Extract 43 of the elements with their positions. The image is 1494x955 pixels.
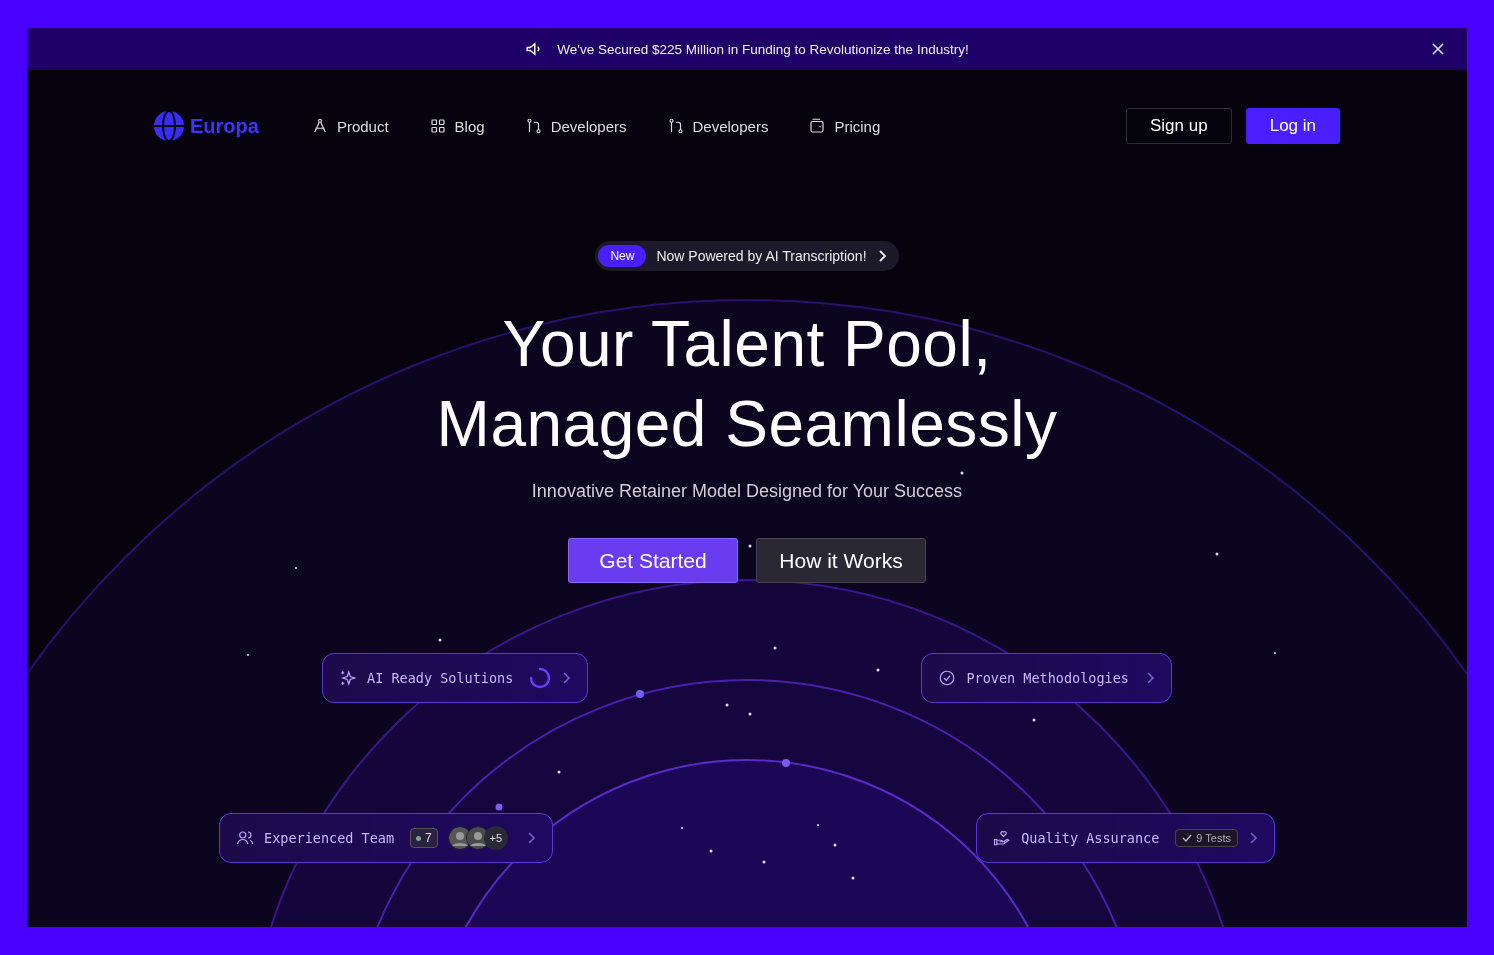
grid-icon [428,117,447,135]
feature-pill[interactable]: Quality Assurance 9 Tests [976,813,1275,863]
chevron-right-icon [561,671,572,685]
feature-pill[interactable]: Experienced Team 7 +5 [219,813,553,863]
chevron-right-icon [876,249,887,263]
nav-link[interactable]: Blog [428,117,485,135]
chevron-right-icon [525,831,536,845]
more-avatars-count: +5 [483,826,508,850]
close-icon[interactable] [1431,42,1445,56]
hero-subtitle: Innovative Retainer Model Designed for Your Success [531,481,963,502]
nav-link[interactable]: Developers [524,117,627,135]
feature-label: Proven Methodologies [966,670,1129,686]
how-it-works-button[interactable]: How it Works [756,538,926,583]
users-icon [236,829,254,847]
brand-name: Europa [190,114,259,138]
nav-link[interactable]: Pricing [808,117,881,135]
feature-label: Quality Assurance [1021,830,1160,846]
hero-title: Your Talent Pool, Managed Seamlessly [436,307,1058,462]
announcement-text: Now Powered by AI Transcription! [656,248,867,264]
branch-icon [524,117,543,135]
badge-check-icon [938,669,957,687]
sparkles-icon [339,669,357,687]
banner-text: We've Secured $225 Million in Funding to Revolutionize the Industry! [557,41,969,57]
feature-label: AI Ready Solutions [367,670,514,686]
chevron-right-icon [1145,671,1155,685]
globe-icon [153,110,185,142]
tests-badge: 9 Tests [1175,829,1238,847]
announcement-pill[interactable]: New Now Powered by AI Transcription! [595,241,899,271]
hand-heart-icon [993,829,1012,847]
branch-icon [666,117,685,135]
nav-link[interactable]: Developers [666,117,769,135]
get-started-button[interactable]: Get Started [568,538,738,583]
feature-pill[interactable]: Proven Methodologies [921,653,1172,703]
nav-link[interactable]: Product [310,117,389,135]
feature-pill[interactable]: AI Ready Solutions [322,653,589,703]
wallet-icon [808,117,827,135]
log-in-button[interactable]: Log in [1245,108,1340,144]
feature-label: Experienced Team [264,830,395,846]
new-badge: New [598,245,647,267]
loading-spinner-icon [529,667,552,689]
count-badge: 7 [410,828,438,848]
sign-up-button[interactable]: Sign up [1126,108,1232,144]
chevron-right-icon [1248,831,1258,845]
